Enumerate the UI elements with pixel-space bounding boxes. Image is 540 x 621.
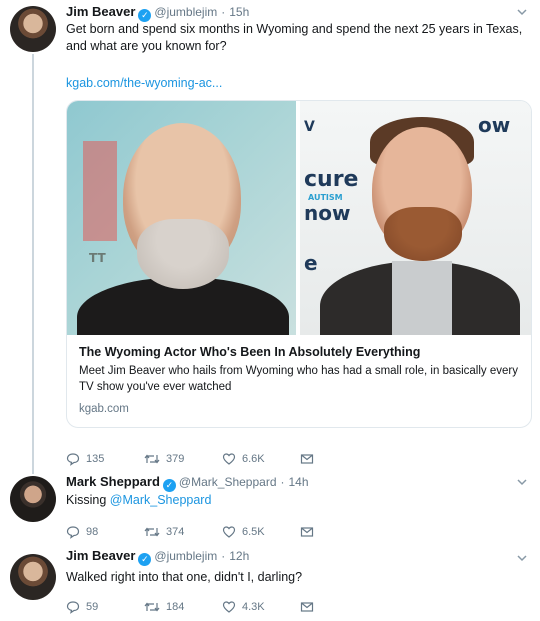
direct-message-button[interactable]: [300, 600, 378, 614]
envelope-icon: [300, 527, 314, 537]
like-count: 6.6K: [242, 453, 265, 465]
backdrop-text: cure: [304, 167, 359, 192]
envelope-icon: [300, 602, 314, 612]
display-name[interactable]: Jim Beaver: [66, 548, 135, 563]
reply-button[interactable]: 135: [66, 452, 144, 466]
separator: ·: [280, 475, 285, 489]
tweet-1[interactable]: Jim Beaver ✓ @jumblejim · 15h Get born and s…: [0, 0, 540, 470]
reply-count: 135: [86, 453, 105, 465]
photo-older-portrait: TT: [67, 101, 296, 335]
verified-badge-icon: ✓: [162, 479, 176, 492]
tweet-header: Jim Beaver ✓ @jumblejim · 15h: [66, 4, 249, 22]
reply-button[interactable]: 98: [66, 525, 144, 539]
handle[interactable]: @jumblejim: [154, 549, 217, 563]
heart-icon: [222, 453, 236, 465]
separator: ·: [221, 549, 226, 563]
card-image: TT cure AUTISM now ow e V: [67, 101, 531, 335]
like-count: 6.5K: [242, 526, 265, 538]
display-name[interactable]: Mark Sheppard: [66, 474, 160, 489]
retweet-icon: [144, 454, 160, 464]
reply-icon: [66, 601, 80, 614]
tweet-text: Kissing @Mark_Sheppard: [66, 492, 524, 509]
timestamp[interactable]: 12h: [229, 549, 249, 563]
avatar[interactable]: [10, 476, 56, 522]
mention-link[interactable]: @Mark_Sheppard: [110, 493, 212, 507]
beard: [384, 207, 462, 261]
tweet-header: Mark Sheppard ✓ @Mark_Sheppard · 14h: [66, 474, 309, 492]
tweet-actions: 135 379 6.6K: [66, 450, 378, 468]
backdrop-text: now: [304, 201, 351, 225]
retweet-count: 374: [166, 526, 185, 538]
envelope-icon: [300, 454, 314, 464]
tweet-3[interactable]: Jim Beaver ✓ @jumblejim · 12h Walked right i…: [0, 542, 540, 621]
avatar[interactable]: [10, 554, 56, 600]
retweet-icon: [144, 602, 160, 612]
like-count: 4.3K: [242, 601, 265, 613]
reply-count: 59: [86, 601, 99, 613]
photo-younger-portrait: cure AUTISM now ow e V: [300, 101, 531, 335]
tweet-2[interactable]: Mark Sheppard ✓ @Mark_Sheppard · 14h Kissing…: [0, 470, 540, 540]
retweet-count: 184: [166, 601, 185, 613]
display-name[interactable]: Jim Beaver: [66, 4, 135, 19]
tweet-text: Get born and spend six months in Wyoming…: [66, 22, 523, 53]
reply-icon: [66, 526, 80, 539]
reply-icon: [66, 453, 80, 466]
like-button[interactable]: 4.3K: [222, 600, 300, 614]
direct-message-button[interactable]: [300, 452, 378, 466]
link-card[interactable]: TT cure AUTISM now ow e V The Wyoming Ac…: [66, 100, 532, 428]
tweet-header: Jim Beaver ✓ @jumblejim · 12h: [66, 548, 249, 566]
reply-button[interactable]: 59: [66, 600, 144, 614]
retweet-icon: [144, 527, 160, 537]
tweet-text: Walked right into that one, didn't I, da…: [66, 570, 303, 584]
heart-icon: [222, 601, 236, 613]
tweet-actions: 59 184 4.3K: [66, 598, 378, 616]
backdrop-text: ow: [478, 113, 511, 137]
tweet-link[interactable]: kgab.com/the-wyoming-ac...: [66, 75, 524, 92]
shirt: [392, 261, 452, 335]
beard: [137, 219, 229, 289]
avatar[interactable]: [10, 6, 56, 52]
chevron-down-icon[interactable]: [516, 476, 530, 490]
card-title[interactable]: The Wyoming Actor Who's Been In Absolute…: [79, 345, 420, 359]
chevron-down-icon[interactable]: [516, 6, 530, 20]
backdrop-text: V: [304, 119, 315, 135]
like-button[interactable]: 6.6K: [222, 452, 300, 466]
tweet-actions: 98 374 6.5K: [66, 523, 378, 541]
retweet-button[interactable]: 184: [144, 600, 222, 614]
verified-badge-icon: ✓: [138, 553, 152, 566]
tweet-text-prefix: Kissing: [66, 493, 110, 507]
heart-icon: [222, 526, 236, 538]
handle[interactable]: @Mark_Sheppard: [179, 475, 277, 489]
card-domain: kgab.com: [79, 403, 129, 415]
like-button[interactable]: 6.5K: [222, 525, 300, 539]
timestamp[interactable]: 15h: [229, 5, 249, 19]
reply-count: 98: [86, 526, 99, 538]
timestamp[interactable]: 14h: [289, 475, 309, 489]
direct-message-button[interactable]: [300, 525, 378, 539]
retweet-button[interactable]: 374: [144, 525, 222, 539]
chevron-down-icon[interactable]: [516, 552, 530, 566]
handle[interactable]: @jumblejim: [154, 5, 217, 19]
backdrop-text: TT: [89, 251, 106, 265]
retweet-count: 379: [166, 453, 185, 465]
backdrop-sign: [83, 141, 117, 241]
backdrop-text: e: [304, 251, 318, 275]
separator: ·: [221, 5, 226, 19]
retweet-button[interactable]: 379: [144, 452, 222, 466]
card-description: Meet Jim Beaver who hails from Wyoming w…: [79, 365, 518, 393]
